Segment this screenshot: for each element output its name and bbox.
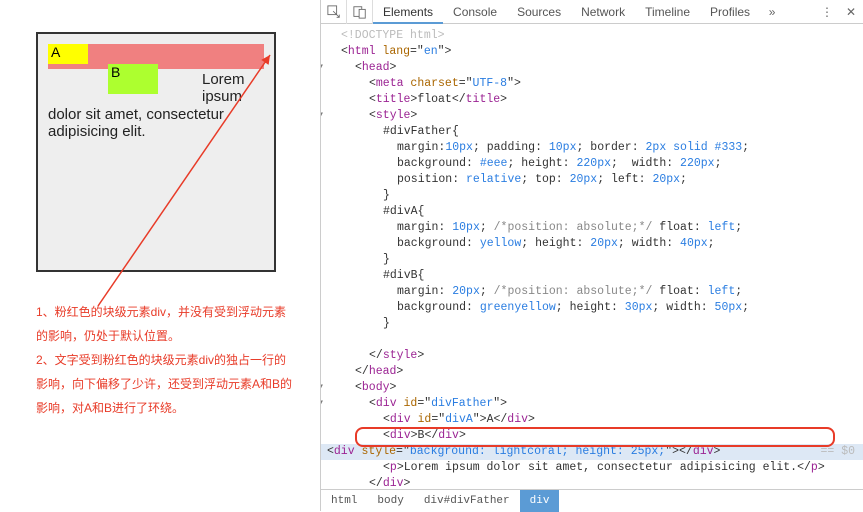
css-empty-line bbox=[327, 332, 863, 348]
head-open-node[interactable]: ▼<head> bbox=[327, 60, 863, 76]
devtools-menu-icon[interactable]: ⋮ bbox=[815, 5, 839, 19]
meta-node[interactable]: <meta charset="UTF-8"> bbox=[327, 76, 863, 92]
css-selector-father[interactable]: #divFather{ bbox=[327, 124, 863, 140]
css-father-rule3[interactable]: position: relative; top: 20px; left: 20p… bbox=[327, 172, 863, 188]
tab-timeline[interactable]: Timeline bbox=[635, 0, 700, 24]
divfather-close-node[interactable]: </div> bbox=[327, 476, 863, 489]
html-open-node[interactable]: <html lang="en"> bbox=[327, 44, 863, 60]
css-father-rule2[interactable]: background: #eee; height: 220px; width: … bbox=[327, 156, 863, 172]
title-node[interactable]: <title>float</title> bbox=[327, 92, 863, 108]
toggle-device-icon[interactable] bbox=[347, 0, 373, 24]
selected-coral-div-node[interactable]: <div style="background: lightcoral; heig… bbox=[321, 444, 863, 460]
breadcrumb-divfather[interactable]: div#divFather bbox=[414, 490, 520, 512]
div-a-preview: A bbox=[48, 44, 88, 64]
diva-node[interactable]: <div id="divA">A</div> bbox=[327, 412, 863, 428]
css-a-rule2[interactable]: background: yellow; height: 20px; width:… bbox=[327, 236, 863, 252]
divb-node[interactable]: <div>B</div> bbox=[327, 428, 863, 444]
devtools-panel: Elements Console Sources Network Timelin… bbox=[320, 0, 863, 511]
tab-elements[interactable]: Elements bbox=[373, 0, 443, 24]
css-a-rule1[interactable]: margin: 10px; /*position: absolute;*/ fl… bbox=[327, 220, 863, 236]
p-node[interactable]: <p>Lorem ipsum dolor sit amet, consectet… bbox=[327, 460, 863, 476]
tabs-overflow-icon[interactable]: » bbox=[760, 5, 784, 19]
css-b-rule1[interactable]: margin: 20px; /*position: absolute;*/ fl… bbox=[327, 284, 863, 300]
tab-profiles[interactable]: Profiles bbox=[700, 0, 760, 24]
devtools-close-icon[interactable]: ✕ bbox=[839, 5, 863, 19]
css-close-brace[interactable]: } bbox=[327, 316, 863, 332]
body-open-node[interactable]: ▼<body> bbox=[327, 380, 863, 396]
annotation-text: 1、粉红色的块级元素div，并没有受到浮动元素的影响，仍处于默认位置。 2、文字… bbox=[36, 300, 294, 420]
css-close-brace[interactable]: } bbox=[327, 252, 863, 268]
breadcrumb-body[interactable]: body bbox=[367, 490, 413, 512]
annotation-1: 1、粉红色的块级元素div，并没有受到浮动元素的影响，仍处于默认位置。 bbox=[36, 300, 294, 348]
breadcrumb-div-selected[interactable]: div bbox=[520, 490, 560, 512]
breadcrumb-html[interactable]: html bbox=[321, 490, 367, 512]
tab-network[interactable]: Network bbox=[571, 0, 635, 24]
divfather-open-node[interactable]: ▼<div id="divFather"> bbox=[327, 396, 863, 412]
rendered-preview-pane: A B Lorem ipsum dolor sit amet, consecte… bbox=[0, 0, 320, 511]
doctype-node[interactable]: <!DOCTYPE html> bbox=[327, 28, 863, 44]
css-selector-a[interactable]: #divA{ bbox=[327, 204, 863, 220]
style-open-node[interactable]: ▼<style> bbox=[327, 108, 863, 124]
div-father-preview: A B Lorem ipsum dolor sit amet, consecte… bbox=[36, 32, 276, 272]
dom-tree[interactable]: <!DOCTYPE html> <html lang="en"> ▼<head>… bbox=[321, 24, 863, 489]
inspect-element-icon[interactable] bbox=[321, 0, 347, 24]
tab-sources[interactable]: Sources bbox=[507, 0, 571, 24]
css-b-rule2[interactable]: background: greenyellow; height: 30px; w… bbox=[327, 300, 863, 316]
dom-breadcrumb: html body div#divFather div bbox=[321, 489, 863, 511]
tab-console[interactable]: Console bbox=[443, 0, 507, 24]
css-father-rule1[interactable]: margin:10px; padding: 10px; border: 2px … bbox=[327, 140, 863, 156]
lorem-rest: dolor sit amet, consectetur adipisicing … bbox=[48, 106, 224, 140]
css-selector-b[interactable]: #divB{ bbox=[327, 268, 863, 284]
style-close-node[interactable]: </style> bbox=[327, 348, 863, 364]
head-close-node[interactable]: </head> bbox=[327, 364, 863, 380]
css-close-brace[interactable]: } bbox=[327, 188, 863, 204]
annotation-2: 2、文字受到粉红色的块级元素div的独占一行的影响，向下偏移了少许，还受到浮动元… bbox=[36, 348, 294, 420]
devtools-toolbar: Elements Console Sources Network Timelin… bbox=[321, 0, 863, 24]
div-b-preview: B bbox=[108, 64, 158, 94]
